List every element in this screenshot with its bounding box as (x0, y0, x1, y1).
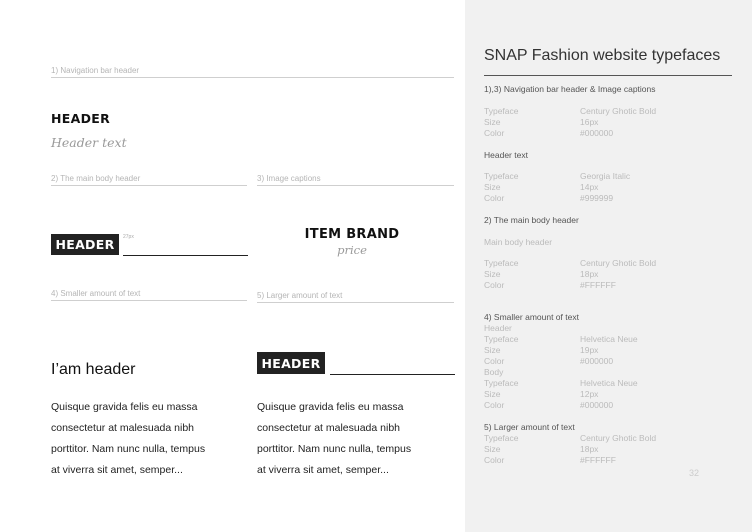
section-label-nav-header: 1) Navigation bar header (51, 66, 454, 78)
spec-value: #000000 (580, 128, 614, 138)
left-page: 1) Navigation bar header HEADER Header t… (0, 0, 465, 532)
spec-value: #FFFFFF (580, 455, 616, 465)
section-label-main-body-header: 2) The main body header (51, 174, 247, 186)
spec-value: 19px (580, 345, 599, 355)
item-brand: ITEM BRAND (304, 227, 400, 242)
boxed-header-demo-2: HEADER (257, 352, 325, 374)
body-text-line: Quisque gravida felis eu massa (51, 401, 198, 413)
spec-heading-header-text: Header text (484, 150, 528, 160)
spec-key: Color (484, 400, 505, 410)
title-divider (484, 75, 732, 76)
body-text-line: at viverra sit amet, semper... (51, 464, 183, 476)
body-text-line: porttitor. Nam nunc nulla, tempus (257, 443, 412, 455)
spec-value: 16px (580, 117, 599, 127)
spec-value: Century Ghotic Bold (580, 258, 657, 268)
header-underline (123, 255, 248, 256)
iam-header: I’am header (51, 361, 136, 378)
spec-heading-smaller-text: 4) Smaller amount of text (484, 312, 579, 322)
typeface-spec-panel: SNAP Fashion website typefaces 1),3) Nav… (465, 0, 752, 532)
spec-key: Typeface (484, 106, 519, 116)
spec-heading-main-body: 2) The main body header (484, 215, 579, 225)
section-label-smaller-text: 4) Smaller amount of text (51, 289, 247, 301)
body-text-line: porttitor. Nam nunc nulla, tempus (51, 443, 206, 455)
page-number: 32 (689, 468, 700, 478)
spec-subheading: Main body header (484, 237, 553, 247)
demo-header: HEADER (51, 111, 111, 126)
spec-key: Color (484, 455, 505, 465)
spec-key: Size (484, 345, 501, 355)
spec-key: Color (484, 280, 505, 290)
boxed-header-demo: HEADER (51, 234, 119, 255)
demo-header-text: Header text (51, 135, 127, 150)
spec-value: 14px (580, 182, 599, 192)
spec-group-label: Body (484, 367, 504, 377)
header-underline-2 (330, 374, 455, 375)
spec-heading-nav: 1),3) Navigation bar header & Image capt… (484, 84, 656, 94)
spec-value: Georgia Italic (580, 171, 631, 181)
spec-key: Size (484, 117, 501, 127)
spec-key: Typeface (484, 334, 519, 344)
spec-value: #000000 (580, 356, 614, 366)
section-label-larger-text: 5) Larger amount of text (257, 291, 454, 303)
spec-value: 18px (580, 444, 599, 454)
spec-value: Century Ghotic Bold (580, 433, 657, 443)
section-label-image-captions: 3) Image captions (257, 174, 454, 186)
spec-value: #000000 (580, 400, 614, 410)
page-title: SNAP Fashion website typefaces (484, 47, 721, 64)
body-text-line: at viverra sit amet, semper... (257, 464, 389, 476)
spec-key: Typeface (484, 171, 519, 181)
spec-key: Size (484, 269, 501, 279)
spec-group-label: Header (484, 323, 512, 333)
spec-key: Color (484, 356, 505, 366)
body-text-line: consectetur at malesuada nibh (51, 422, 195, 434)
spec-key: Color (484, 193, 505, 203)
spec-value: #999999 (580, 193, 614, 203)
spec-value: Century Ghotic Bold (580, 106, 657, 116)
spec-key: Typeface (484, 378, 519, 388)
spec-value: #FFFFFF (580, 280, 616, 290)
spec-key: Size (484, 182, 501, 192)
spec-value: 12px (580, 389, 599, 399)
spec-key: Typeface (484, 433, 519, 443)
spec-key: Size (484, 444, 501, 454)
body-text-line: consectetur at malesuada nibh (257, 422, 401, 434)
spec-key: Size (484, 389, 501, 399)
spec-heading-larger-text: 5) Larger amount of text (484, 422, 575, 432)
item-price: price (337, 243, 367, 257)
spec-key: Color (484, 128, 505, 138)
body-text-line: Quisque gravida felis eu massa (257, 401, 404, 413)
spec-value: Helvetica Neue (580, 378, 638, 388)
spec-value: 18px (580, 269, 599, 279)
size-note: 27px (123, 234, 134, 240)
spec-key: Typeface (484, 258, 519, 268)
spec-value: Helvetica Neue (580, 334, 638, 344)
